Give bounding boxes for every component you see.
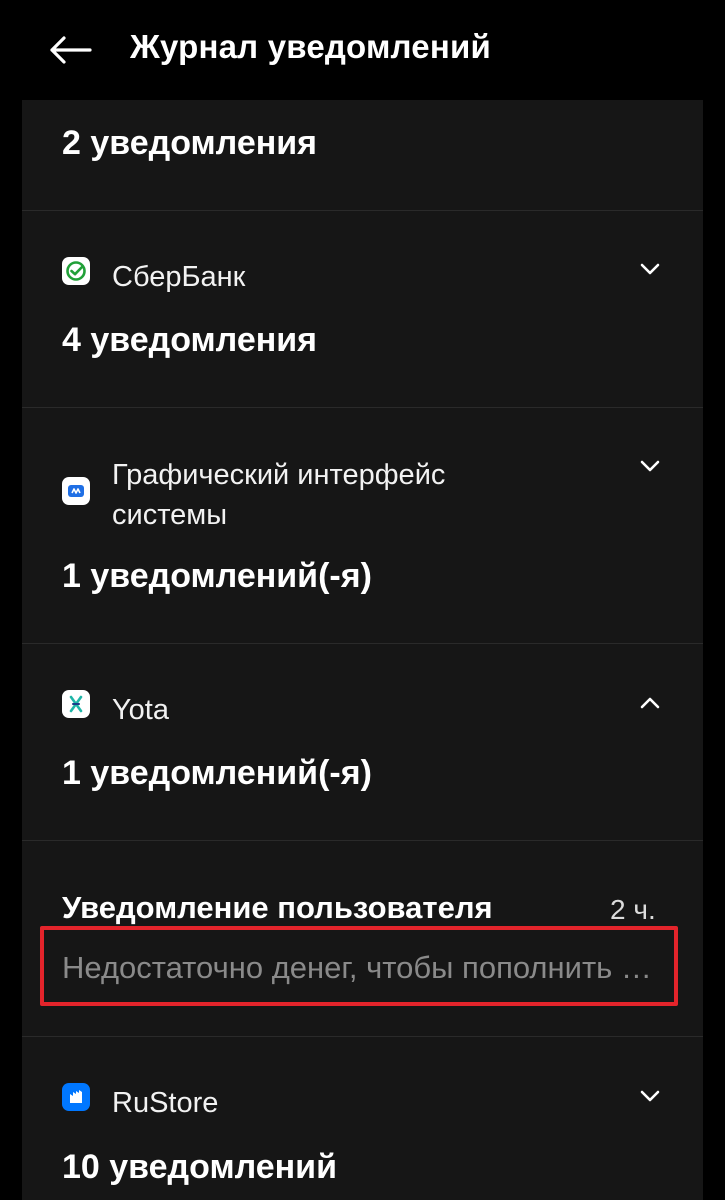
divider	[22, 643, 703, 644]
screen: Журнал уведомлений 2 уведомления СберБан…	[0, 0, 725, 1200]
app-group-sberbank[interactable]: СберБанк	[62, 257, 552, 297]
divider	[22, 1036, 703, 1037]
group-count: 1 уведомлений(-я)	[62, 754, 372, 792]
system-ui-icon	[62, 477, 90, 505]
back-button[interactable]	[44, 24, 96, 76]
divider	[22, 210, 703, 211]
group-count: 4 уведомления	[62, 321, 318, 359]
arrow-left-icon	[50, 36, 92, 64]
collapse-yota-button[interactable]	[635, 688, 665, 718]
yota-icon	[62, 690, 90, 718]
chevron-up-icon	[640, 697, 660, 709]
group-count: 10 уведомлений	[62, 1148, 337, 1186]
page-title: Журнал уведомлений	[130, 28, 491, 65]
group-count: 1 уведомлений(-я)	[62, 557, 372, 595]
app-name: RuStore	[112, 1087, 219, 1119]
app-group-rustore[interactable]: RuStore	[62, 1083, 552, 1123]
expand-system-ui-button[interactable]	[635, 451, 665, 481]
app-bar: Журнал уведомлений	[0, 0, 725, 100]
notification-time: 2 ч.	[610, 894, 656, 925]
sberbank-icon	[62, 257, 90, 285]
expand-sberbank-button[interactable]	[635, 254, 665, 284]
chevron-down-icon	[640, 263, 660, 275]
chevron-down-icon	[640, 1090, 660, 1102]
rustore-icon	[62, 1083, 90, 1111]
group-count: 2 уведомления	[62, 124, 318, 162]
app-group-system-ui[interactable]: Графический интерфейс системы	[62, 455, 552, 535]
app-name: Yota	[112, 694, 169, 726]
notification-text: Недостаточно денег, чтобы пополнить счёт	[62, 950, 666, 985]
expand-rustore-button[interactable]	[635, 1081, 665, 1111]
app-name: СберБанк	[112, 261, 246, 293]
notification-log-list: 2 уведомления СберБанк 4 уведомления Гра…	[22, 100, 703, 1200]
divider	[22, 840, 703, 841]
chevron-down-icon	[640, 460, 660, 472]
app-group-yota[interactable]: Yota	[62, 690, 552, 730]
notification-title: Уведомление пользователя	[62, 890, 493, 925]
app-name: Графический интерфейс системы	[112, 459, 446, 531]
divider	[22, 407, 703, 408]
